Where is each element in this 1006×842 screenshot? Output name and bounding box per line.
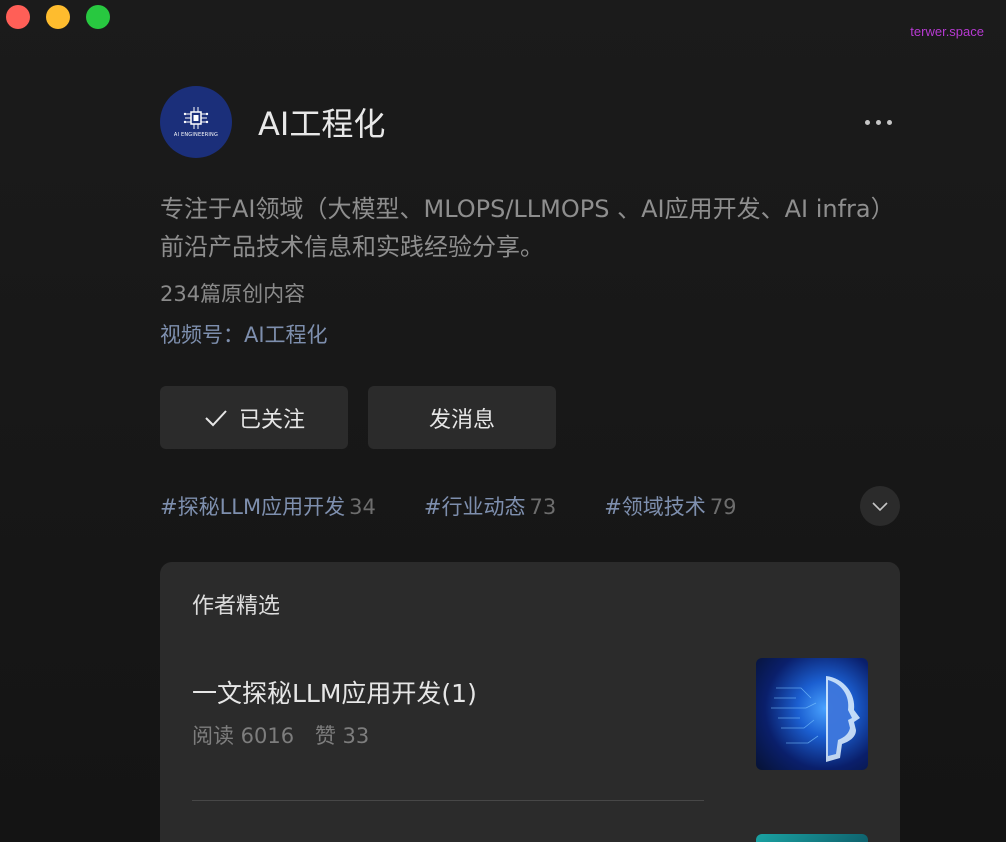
tag-item[interactable]: #行业动态 73 [424,491,556,521]
article-likes: 赞 33 [314,724,370,748]
article-item[interactable]: 一文探秘LLM应用开发(1) 阅读 6016 赞 33 [192,658,868,770]
chevron-down-icon [872,502,888,512]
picks-title: 作者精选 [192,594,281,619]
avatar-logo-text: AI ENGINEERING [173,132,219,138]
account-name: AI工程化 [258,105,386,143]
check-icon [205,409,227,426]
article-thumbnail [756,834,868,842]
tag-name: #行业动态 [423,495,526,519]
channel-link[interactable]: 视频号：AI工程化 [160,319,328,349]
author-picks-card: 作者精选 一文探秘LLM应用开发(1) 阅读 6016 赞 33 [160,562,900,842]
chip-icon [183,107,209,129]
watermark: terwer.space [910,24,984,39]
tag-item[interactable]: #领域技术 79 [604,491,736,521]
tag-item[interactable]: #探秘LLM应用开发 34 [160,491,376,521]
tag-name: #探秘LLM应用开发 [160,495,346,519]
article-divider [192,800,704,801]
follow-button[interactable]: 已关注 [160,386,348,449]
article-thumbnail [756,658,868,770]
tag-count: 34 [349,495,376,519]
minimize-window-button[interactable] [46,5,70,29]
close-window-button[interactable] [6,5,30,29]
message-label: 发消息 [428,406,495,432]
window-controls [6,5,110,29]
avatar: AI ENGINEERING [160,86,232,158]
account-description: 专注于AI领域（大模型、MLOPS/LLMOPS 、AI应用开发、AI infr… [160,195,895,261]
message-button[interactable]: 发消息 [368,386,556,449]
article-stats: 阅读 6016 赞 33 [192,720,383,750]
original-count: 234篇原创内容 [160,282,306,306]
tag-count: 73 [529,495,557,519]
more-icon[interactable] [865,119,892,125]
tag-list: #探秘LLM应用开发 34 #行业动态 73 #领域技术 79 [160,486,900,526]
tag-count: 79 [709,495,737,519]
tag-name: #领域技术 [604,495,706,519]
maximize-window-button[interactable] [86,5,110,29]
article-reads: 阅读 6016 [192,724,295,748]
article-title: 一文探秘LLM应用开发(1) [192,679,477,708]
ai-face-image [771,676,860,762]
profile-header: AI ENGINEERING AI工程化 [160,86,900,158]
follow-label: 已关注 [238,406,305,432]
app-window: terwer.space AI ENGINEERING AI工程化 专注于AI领… [0,0,1006,842]
expand-tags-button[interactable] [860,486,900,526]
